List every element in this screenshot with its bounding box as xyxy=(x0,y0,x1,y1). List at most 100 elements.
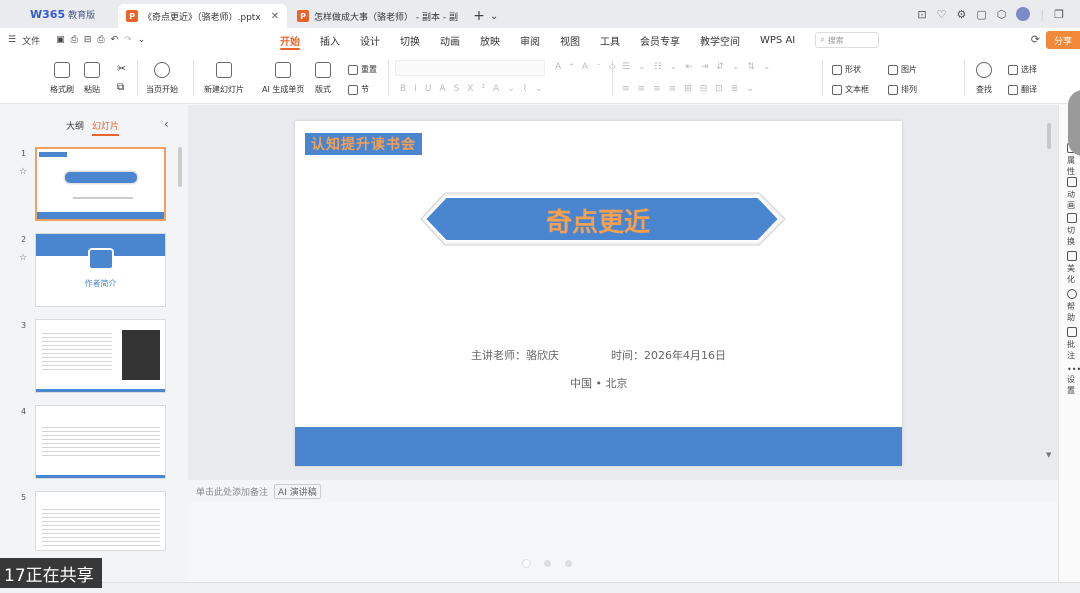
location-text[interactable]: 中国 • 北京 xyxy=(570,375,627,391)
animation-panel-button[interactable]: 动画 xyxy=(1067,177,1080,211)
tab-home[interactable]: 开始 xyxy=(270,28,310,52)
section-button[interactable]: 节 xyxy=(348,84,369,95)
slide-thumbnail-5[interactable] xyxy=(35,491,166,551)
app-brand[interactable]: W365 教育版 xyxy=(0,0,118,28)
window-icon[interactable]: ▢ xyxy=(976,8,986,21)
select-button[interactable]: 选择 xyxy=(1008,64,1037,75)
new-tab-button[interactable]: + xyxy=(468,4,490,28)
slide-editing-canvas[interactable]: 认知提升读书会 奇点更近 主讲老师：骆欣庆 时间：2026年4月16日 中国 •… xyxy=(188,105,1058,480)
transition-panel-button[interactable]: 切换 xyxy=(1067,213,1080,247)
slide-thumbnail-3[interactable] xyxy=(35,319,166,393)
cube-icon[interactable]: ⬡ xyxy=(997,8,1007,21)
slide-thumbnail-1[interactable] xyxy=(35,147,166,221)
file-menu[interactable]: 文件 xyxy=(22,34,40,47)
thumb-tag xyxy=(39,152,67,157)
tab-view[interactable]: 视图 xyxy=(550,28,590,52)
date-text[interactable]: 时间：2026年4月16日 xyxy=(611,347,726,363)
ai-single-page-button[interactable]: AI 生成单页 xyxy=(262,62,304,95)
page-dot[interactable] xyxy=(544,560,551,567)
close-tab-icon[interactable]: ✕ xyxy=(271,11,279,22)
print-icon[interactable]: ⎙ xyxy=(97,35,104,45)
document-tab-active[interactable]: P 《奇点更近》（骆老师）.pptx ✕ xyxy=(118,4,288,28)
slide-thumbnail-2[interactable]: 作者简介 xyxy=(35,233,166,307)
tab-outline[interactable]: 大纲 xyxy=(66,119,84,136)
ai-speech-button[interactable]: AI 演讲稿 xyxy=(274,483,321,499)
tab-design[interactable]: 设计 xyxy=(350,28,390,52)
tab-teaching-space[interactable]: 教学空间 xyxy=(690,28,750,52)
textbox-button[interactable]: 文本框 xyxy=(832,84,869,95)
divider xyxy=(137,60,138,96)
thumb-text-block xyxy=(42,330,112,370)
layout-icon xyxy=(315,62,331,78)
format-painter-button[interactable]: 格式刷 xyxy=(50,62,74,95)
arrange-label: 排列 xyxy=(901,85,917,94)
floating-assistant-button[interactable] xyxy=(1068,90,1080,156)
more-icon: ••• xyxy=(1067,365,1080,374)
tab-slides[interactable]: 幻灯片 xyxy=(92,119,120,136)
current-slide[interactable]: 认知提升读书会 奇点更近 主讲老师：骆欣庆 时间：2026年4月16日 中国 •… xyxy=(295,121,902,466)
redo-icon[interactable]: ↷ xyxy=(124,35,132,45)
thumbnail-scrollbar[interactable] xyxy=(178,147,182,187)
tab-wps-ai[interactable]: WPS AI xyxy=(750,28,805,52)
image-button[interactable]: 图片 xyxy=(888,64,917,75)
canvas-scrollbar[interactable]: ▼ xyxy=(1046,119,1052,459)
tab-member[interactable]: 会员专享 xyxy=(630,28,690,52)
scroll-thumb[interactable] xyxy=(1047,123,1051,149)
title-banner[interactable]: 奇点更近 xyxy=(295,121,902,466)
comment-icon xyxy=(1067,327,1077,337)
settings-icon[interactable]: ⚙ xyxy=(957,8,967,21)
new-slide-button[interactable]: 新建幻灯片 xyxy=(204,62,244,95)
right-panel-label: 属性 xyxy=(1067,156,1075,176)
share-button[interactable]: 分享 xyxy=(1046,31,1080,49)
tab-transitions[interactable]: 切换 xyxy=(390,28,430,52)
undo-icon[interactable]: ↶ xyxy=(111,35,119,45)
tab-list-chevron-icon[interactable]: ⌄ xyxy=(490,4,498,28)
presenter-text[interactable]: 主讲老师：骆欣庆 xyxy=(471,347,559,363)
settings-panel-button[interactable]: ••• 设置 xyxy=(1067,365,1080,396)
notes-input[interactable]: 单击此处添加备注 xyxy=(196,485,268,498)
translate-button[interactable]: 翻译 xyxy=(1008,84,1037,95)
tab-animations[interactable]: 动画 xyxy=(430,28,470,52)
hamburger-menu-icon[interactable]: ☰ xyxy=(8,35,16,45)
page-dot[interactable] xyxy=(523,560,530,567)
star-icon[interactable]: ☆ xyxy=(19,253,27,263)
more-chevron-icon[interactable]: ⌄ xyxy=(138,35,146,45)
document-tab[interactable]: P 怎样做成大事（骆老师） - 副本 - 副 xyxy=(289,4,466,28)
tab-review[interactable]: 审阅 xyxy=(510,28,550,52)
transition-icon xyxy=(1067,213,1077,223)
comment-panel-button[interactable]: 批注 xyxy=(1067,327,1080,361)
star-icon[interactable]: ☆ xyxy=(19,167,27,177)
save-icon[interactable]: ▣ xyxy=(56,35,65,45)
copy-icon[interactable]: ⧉ xyxy=(117,82,124,93)
search-input[interactable]: ⌕ 搜索 xyxy=(815,32,880,48)
new-slide-label: 新建幻灯片 xyxy=(204,85,244,94)
cut-icon[interactable]: ✂ xyxy=(117,62,126,75)
slide-thumbnail-4[interactable] xyxy=(35,405,166,479)
page-dot[interactable] xyxy=(565,560,572,567)
tab-tools[interactable]: 工具 xyxy=(590,28,630,52)
divider xyxy=(822,60,823,96)
layout-button[interactable]: 版式 xyxy=(315,62,331,95)
reset-button[interactable]: 重置 xyxy=(348,64,377,75)
tab-insert[interactable]: 插入 xyxy=(310,28,350,52)
find-button[interactable]: 查找 xyxy=(976,62,992,95)
font-name-select[interactable] xyxy=(395,60,545,76)
right-panel-label: 美化 xyxy=(1067,264,1075,284)
scroll-down-arrow-icon[interactable]: ▼ xyxy=(1046,451,1051,459)
translate-label: 翻译 xyxy=(1021,85,1037,94)
tab-slideshow[interactable]: 放映 xyxy=(470,28,510,52)
collapse-panel-icon[interactable]: ‹ xyxy=(164,117,169,131)
help-panel-button[interactable]: 帮助 xyxy=(1067,289,1080,323)
arrange-button[interactable]: 排列 xyxy=(888,84,917,95)
shape-button[interactable]: 形状 xyxy=(832,64,861,75)
paste-button[interactable]: 粘贴 xyxy=(84,62,100,95)
sync-icon[interactable]: ⟳ xyxy=(1031,33,1040,46)
screenshot-icon[interactable]: ⊡ xyxy=(917,8,926,21)
avatar[interactable] xyxy=(1016,7,1031,21)
restore-window-icon[interactable]: ❐ xyxy=(1054,8,1064,21)
export-pdf-icon[interactable]: ⎙ xyxy=(71,35,78,45)
print-preview-icon[interactable]: ⊟ xyxy=(84,35,92,45)
notification-icon[interactable]: ♡ xyxy=(937,8,947,21)
play-from-current-button[interactable]: 当页开始 xyxy=(146,62,178,95)
beautify-panel-button[interactable]: 美化 xyxy=(1067,251,1080,285)
